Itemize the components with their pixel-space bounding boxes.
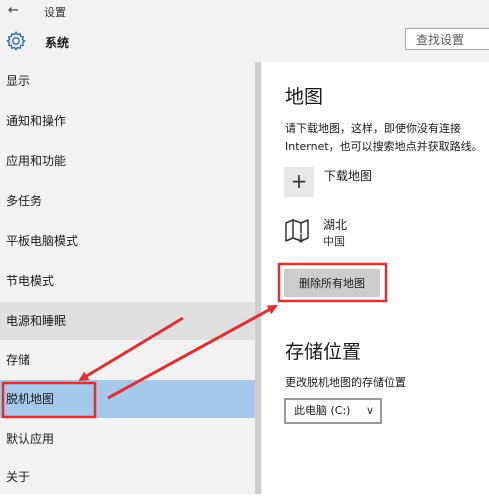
sidebar-item-offline-maps[interactable]: 脱机地图 [0,380,255,418]
sidebar-item-storage[interactable]: 存储 [0,341,255,379]
storage-location-dropdown[interactable]: 此电脑 (C:) ∨ [284,398,382,424]
sidebar: 显示 通知和操作 应用和功能 多任务 平板电脑模式 节电模式 电源和睡眠 存储 … [0,62,262,494]
search-input[interactable] [406,30,489,50]
title-bar: ← 设置 [0,0,489,22]
storage-title: 存储位置 [285,341,362,363]
window-title: 设置 [44,6,66,19]
sidebar-scrollbar[interactable] [255,62,261,494]
storage-location-value: 此电脑 (C:) [294,404,351,417]
sidebar-item-tablet-mode[interactable]: 平板电脑模式 [0,222,255,260]
app-name: 系统 [45,36,70,50]
gear-icon [6,31,26,51]
maps-description: 请下载地图，这样，即使你没有连接 Internet，也可以搜索地点并获取路线。 [285,122,483,153]
download-maps-link[interactable]: 下载地图 [324,167,372,184]
chevron-down-icon: ∨ [365,404,374,417]
plus-icon[interactable]: + [284,167,314,197]
sidebar-item-multitasking[interactable]: 多任务 [0,182,255,220]
map-region-country: 中国 [323,235,345,248]
search-box[interactable] [405,28,489,50]
sidebar-item-display[interactable]: 显示 [0,62,255,100]
sidebar-item-battery-saver[interactable]: 节电模式 [0,262,255,300]
sidebar-item-default-apps[interactable]: 默认应用 [0,420,255,458]
sidebar-item-about[interactable]: 关于 [0,458,255,496]
back-arrow-icon[interactable]: ← [8,3,19,18]
storage-description: 更改脱机地图的存储位置 [285,376,406,389]
page-title: 地图 [285,86,324,108]
map-region-name[interactable]: 湖北 [323,216,347,233]
delete-all-maps-button[interactable]: 删除所有地图 [284,269,380,297]
sidebar-item-notifications[interactable]: 通知和操作 [0,102,255,140]
map-icon [285,219,309,244]
header: 系统 [0,22,489,62]
sidebar-item-power-sleep[interactable]: 电源和睡眠 [0,302,255,340]
sidebar-item-apps[interactable]: 应用和功能 [0,142,255,180]
